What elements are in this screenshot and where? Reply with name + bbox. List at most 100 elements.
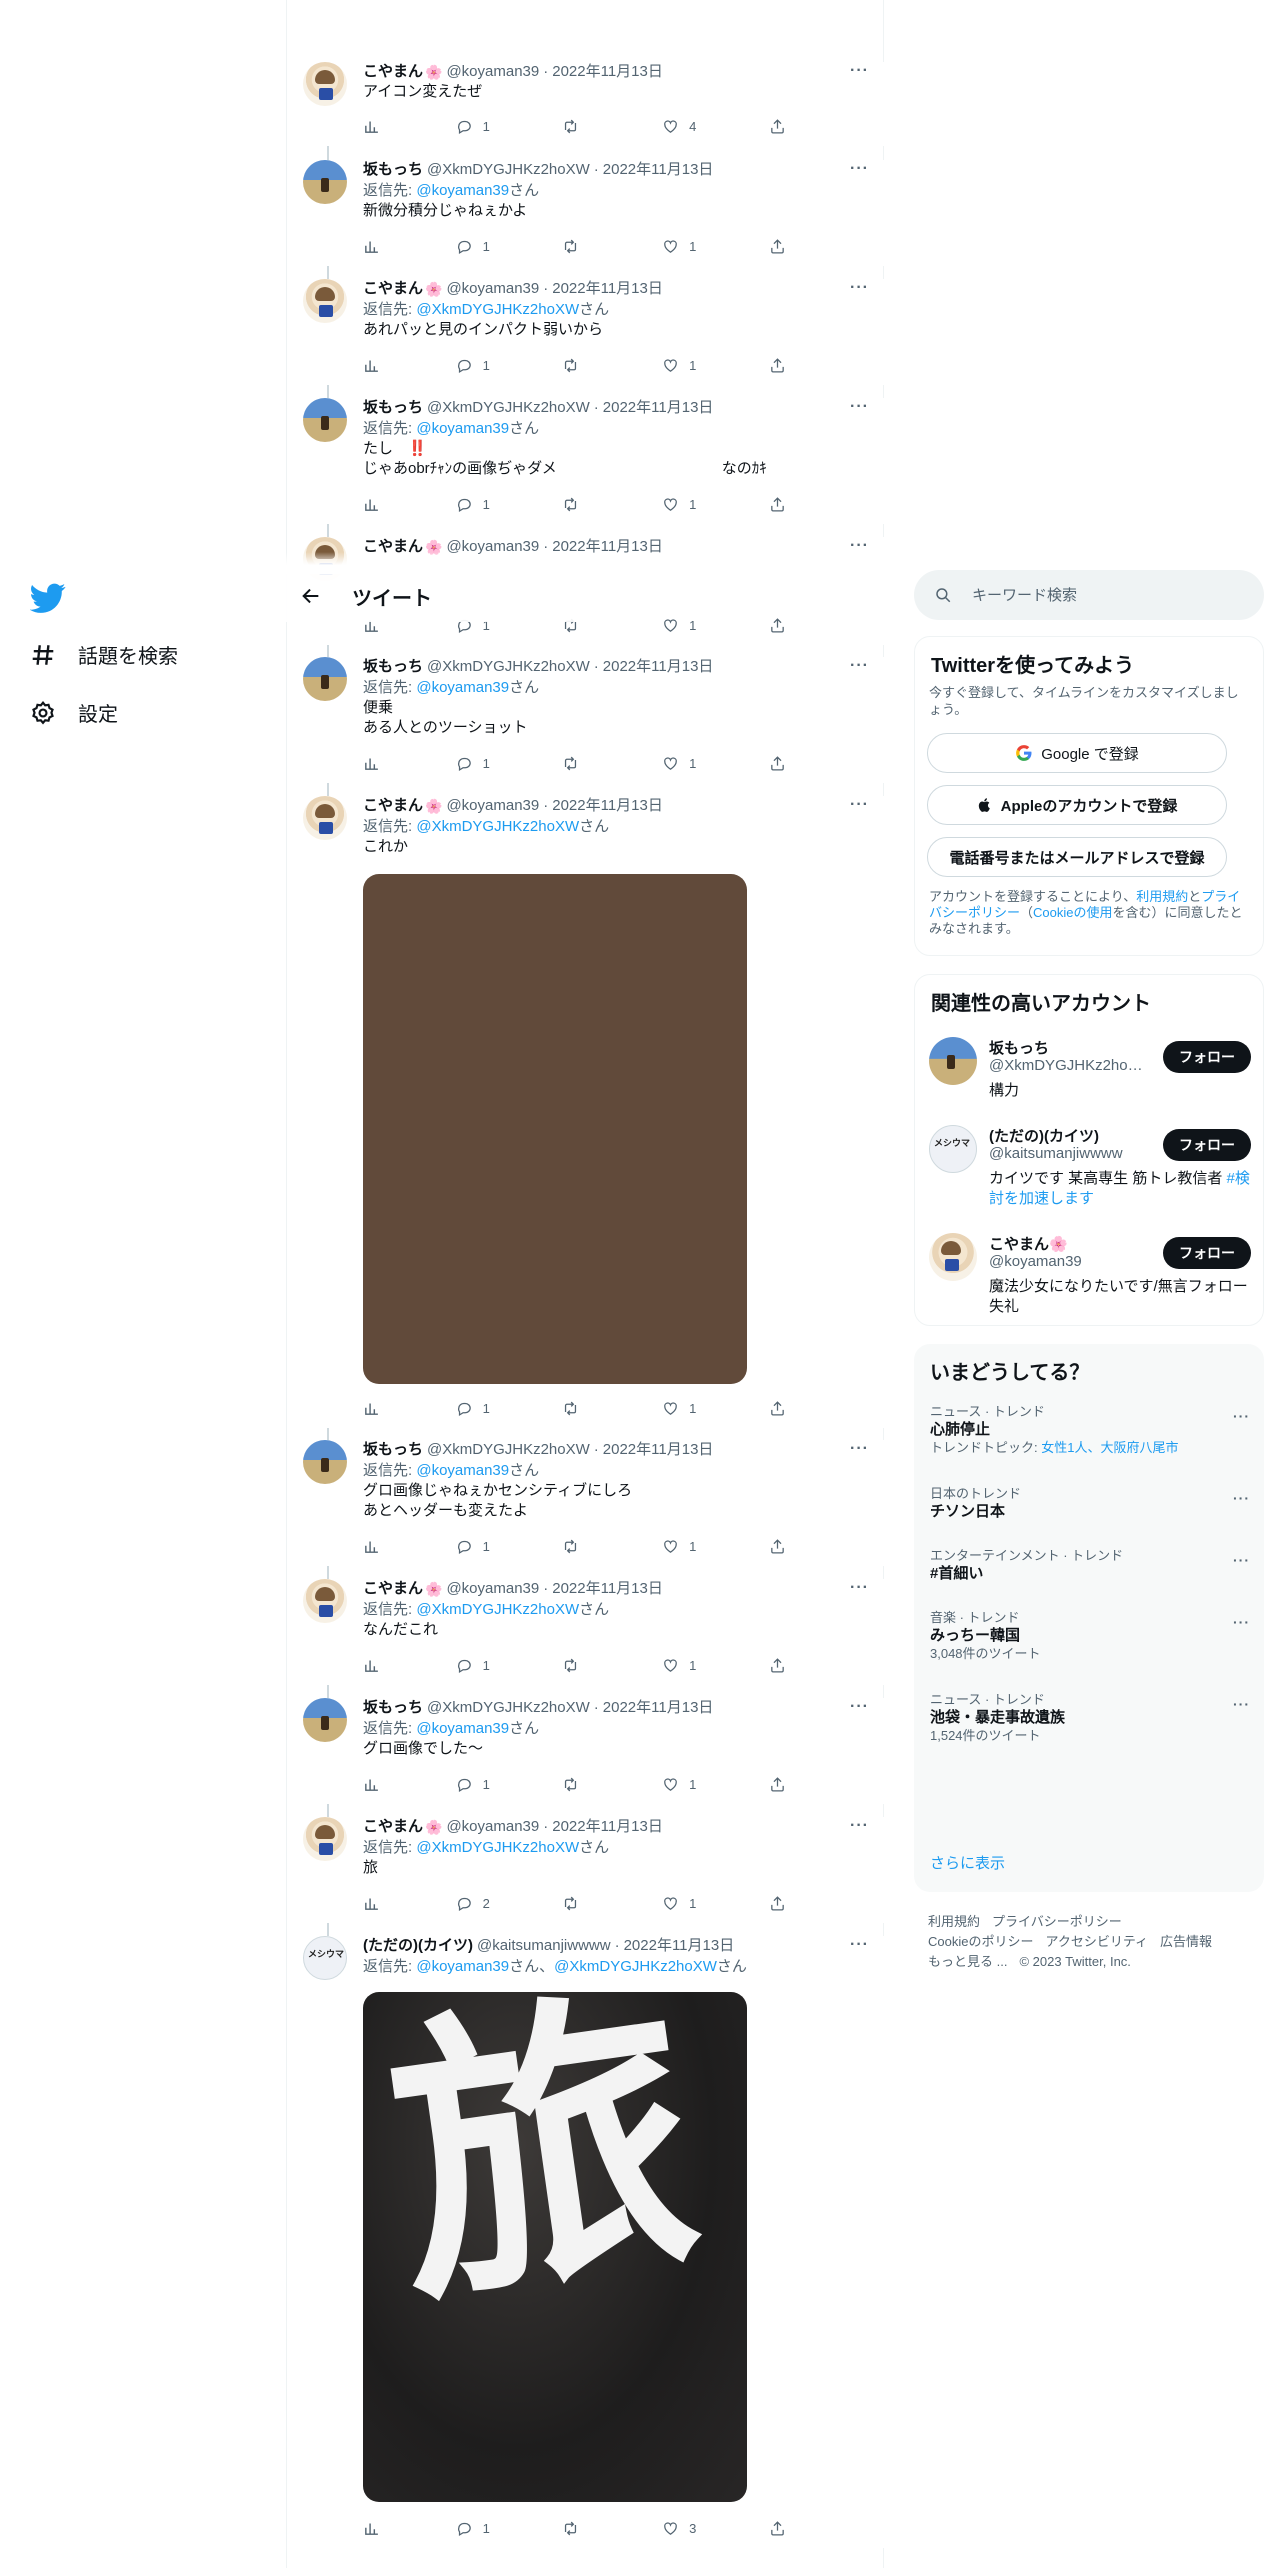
trend-item[interactable]: ニュース · トレンド 心肺停止 トレンドトピック: 女性1人、大阪府八尾市 ·… [930,1404,1250,1456]
avatar[interactable] [303,1817,347,1861]
reply-mention-link[interactable]: @XkmDYGJHKz2hoXW [416,301,579,318]
more-options-icon[interactable]: ··· [850,1936,869,1954]
tweet[interactable]: 坂もっち @XkmDYGJHKz2hoXW · 2022年11月13日 ··· 返信先: … [287,1698,885,1804]
author-name[interactable]: 坂もっち [363,398,423,418]
reply-button[interactable]: 1 [456,1400,490,1417]
share-button[interactable] [769,2520,789,2537]
share-button[interactable] [769,1400,789,1417]
avatar[interactable] [929,1233,977,1281]
nav-settings[interactable]: 設定 [30,698,118,727]
avatar[interactable] [303,398,347,442]
avatar[interactable] [303,160,347,204]
footer-cookie-link[interactable]: Cookieのポリシー [928,1934,1033,1949]
retweet-button[interactable] [562,496,589,513]
reply-mention-link[interactable]: @XkmDYGJHKz2hoXW [416,818,579,835]
like-button[interactable]: 4 [662,118,696,135]
reply-button[interactable]: 2 [456,1895,490,1912]
retweet-button[interactable] [562,118,589,135]
retweet-button[interactable] [562,1538,589,1555]
trend-item[interactable]: ニュース · トレンド 池袋・暴走事故遺族 1,524件のツイート ··· [930,1692,1250,1744]
tweet[interactable]: 坂もっち @XkmDYGJHKz2hoXW · 2022年11月13日 ··· 返信先: … [287,657,885,783]
avatar[interactable] [303,279,347,323]
search-box[interactable] [914,570,1264,620]
like-button[interactable]: 1 [662,1657,696,1674]
reply-mention-link[interactable]: @XkmDYGJHKz2hoXW [416,1839,579,1856]
tweet[interactable]: 坂もっち @XkmDYGJHKz2hoXW · 2022年11月13日 ··· 返信先: … [287,398,885,524]
trend-item[interactable]: 日本のトレンド チソン日本 ··· [930,1486,1250,1522]
like-button[interactable]: 1 [662,496,696,513]
footer-terms-link[interactable]: 利用規約 [928,1914,980,1929]
reply-button[interactable]: 1 [456,118,490,135]
trend-item[interactable]: エンターテインメント · トレンド #首細い ··· [930,1548,1250,1584]
reply-button[interactable]: 1 [456,1538,490,1555]
views-button[interactable] [363,2520,383,2537]
tweet-date[interactable]: 2022年11月13日 [552,279,663,299]
share-button[interactable] [769,1657,789,1674]
retweet-button[interactable] [562,1657,589,1674]
tweet-date[interactable]: 2022年11月13日 [603,1440,714,1460]
reply-button[interactable]: 1 [456,755,490,772]
more-icon[interactable]: ··· [1233,1614,1250,1630]
author-handle[interactable]: @koyaman39 [446,62,539,82]
retweet-button[interactable] [562,1895,589,1912]
retweet-button[interactable] [562,755,589,772]
retweet-button[interactable] [562,357,589,374]
like-button[interactable]: 1 [662,357,696,374]
more-icon[interactable]: ··· [1233,1696,1250,1712]
reply-button[interactable]: 1 [456,1657,490,1674]
terms-link[interactable]: 利用規約 [1136,889,1188,904]
reply-mention-link[interactable]: @XkmDYGJHKz2hoXW [416,1601,579,1618]
more-icon[interactable]: ··· [1233,1490,1250,1506]
author-name[interactable]: こやまん [363,279,423,299]
tweet-date[interactable]: 2022年11月13日 [552,1579,663,1599]
views-button[interactable] [363,755,383,772]
tweet[interactable]: (ただの)(カイツ)@kaitsumanjiwwww·2022年11月13日··… [287,1936,885,2548]
share-button[interactable] [769,1538,789,1555]
more-options-icon[interactable]: ··· [850,1698,869,1716]
more-options-icon[interactable]: ··· [850,1579,869,1597]
reply-mention-link[interactable]: @XkmDYGJHKz2hoXW [554,1958,717,1975]
views-button[interactable] [363,238,383,255]
reply-button[interactable]: 1 [456,357,490,374]
like-button[interactable]: 1 [662,1776,696,1793]
more-icon[interactable]: ··· [1233,1552,1250,1568]
more-options-icon[interactable]: ··· [850,160,869,178]
like-button[interactable]: 1 [662,1400,696,1417]
share-button[interactable] [769,1776,789,1793]
share-button[interactable] [769,755,789,772]
show-more-link[interactable]: さらに表示 [930,1852,1005,1873]
tweet[interactable]: 坂もっち @XkmDYGJHKz2hoXW · 2022年11月13日 ··· 返信先: … [287,160,885,266]
follow-button[interactable]: フォロー [1163,1129,1251,1161]
tweet-date[interactable]: 2022年11月13日 [552,62,663,82]
share-button[interactable] [769,357,789,374]
tweet-date[interactable]: 2022年11月13日 [603,657,714,677]
trend-topic-link[interactable]: 女性1人、大阪府八尾市 [1041,1440,1178,1455]
twitter-bird-icon[interactable] [30,580,66,616]
retweet-button[interactable] [562,1400,589,1417]
views-button[interactable] [363,1538,383,1555]
more-icon[interactable]: ··· [1233,1408,1250,1424]
views-button[interactable] [363,1895,383,1912]
views-button[interactable] [363,1657,383,1674]
reply-button[interactable]: 1 [456,496,490,513]
reply-mention-link[interactable]: @koyaman39 [416,1462,509,1479]
author-handle[interactable]: @XkmDYGJHKz2hoXW [427,1440,590,1460]
avatar[interactable] [303,657,347,701]
follow-button[interactable]: フォロー [1163,1041,1251,1073]
reply-button[interactable]: 1 [456,2520,490,2537]
reply-mention-link[interactable]: @koyaman39 [416,182,509,199]
avatar[interactable] [929,1037,977,1085]
reply-button[interactable]: 1 [456,238,490,255]
views-button[interactable] [363,496,383,513]
like-button[interactable]: 1 [662,238,696,255]
footer-ads-link[interactable]: 広告情報 [1160,1934,1212,1949]
tweet[interactable]: 坂もっち @XkmDYGJHKz2hoXW · 2022年11月13日 ··· 返信先: … [287,1440,885,1566]
views-button[interactable] [363,357,383,374]
like-button[interactable]: 3 [662,2520,696,2537]
more-options-icon[interactable]: ··· [850,1440,869,1458]
tweet-date[interactable]: 2022年11月13日 [552,1817,663,1837]
share-button[interactable] [769,118,789,135]
tweet-date[interactable]: 2022年11月13日 [603,160,714,180]
author-handle[interactable]: @XkmDYGJHKz2hoXW [427,160,590,180]
author-name[interactable]: (ただの)(カイツ) [363,1936,473,1956]
